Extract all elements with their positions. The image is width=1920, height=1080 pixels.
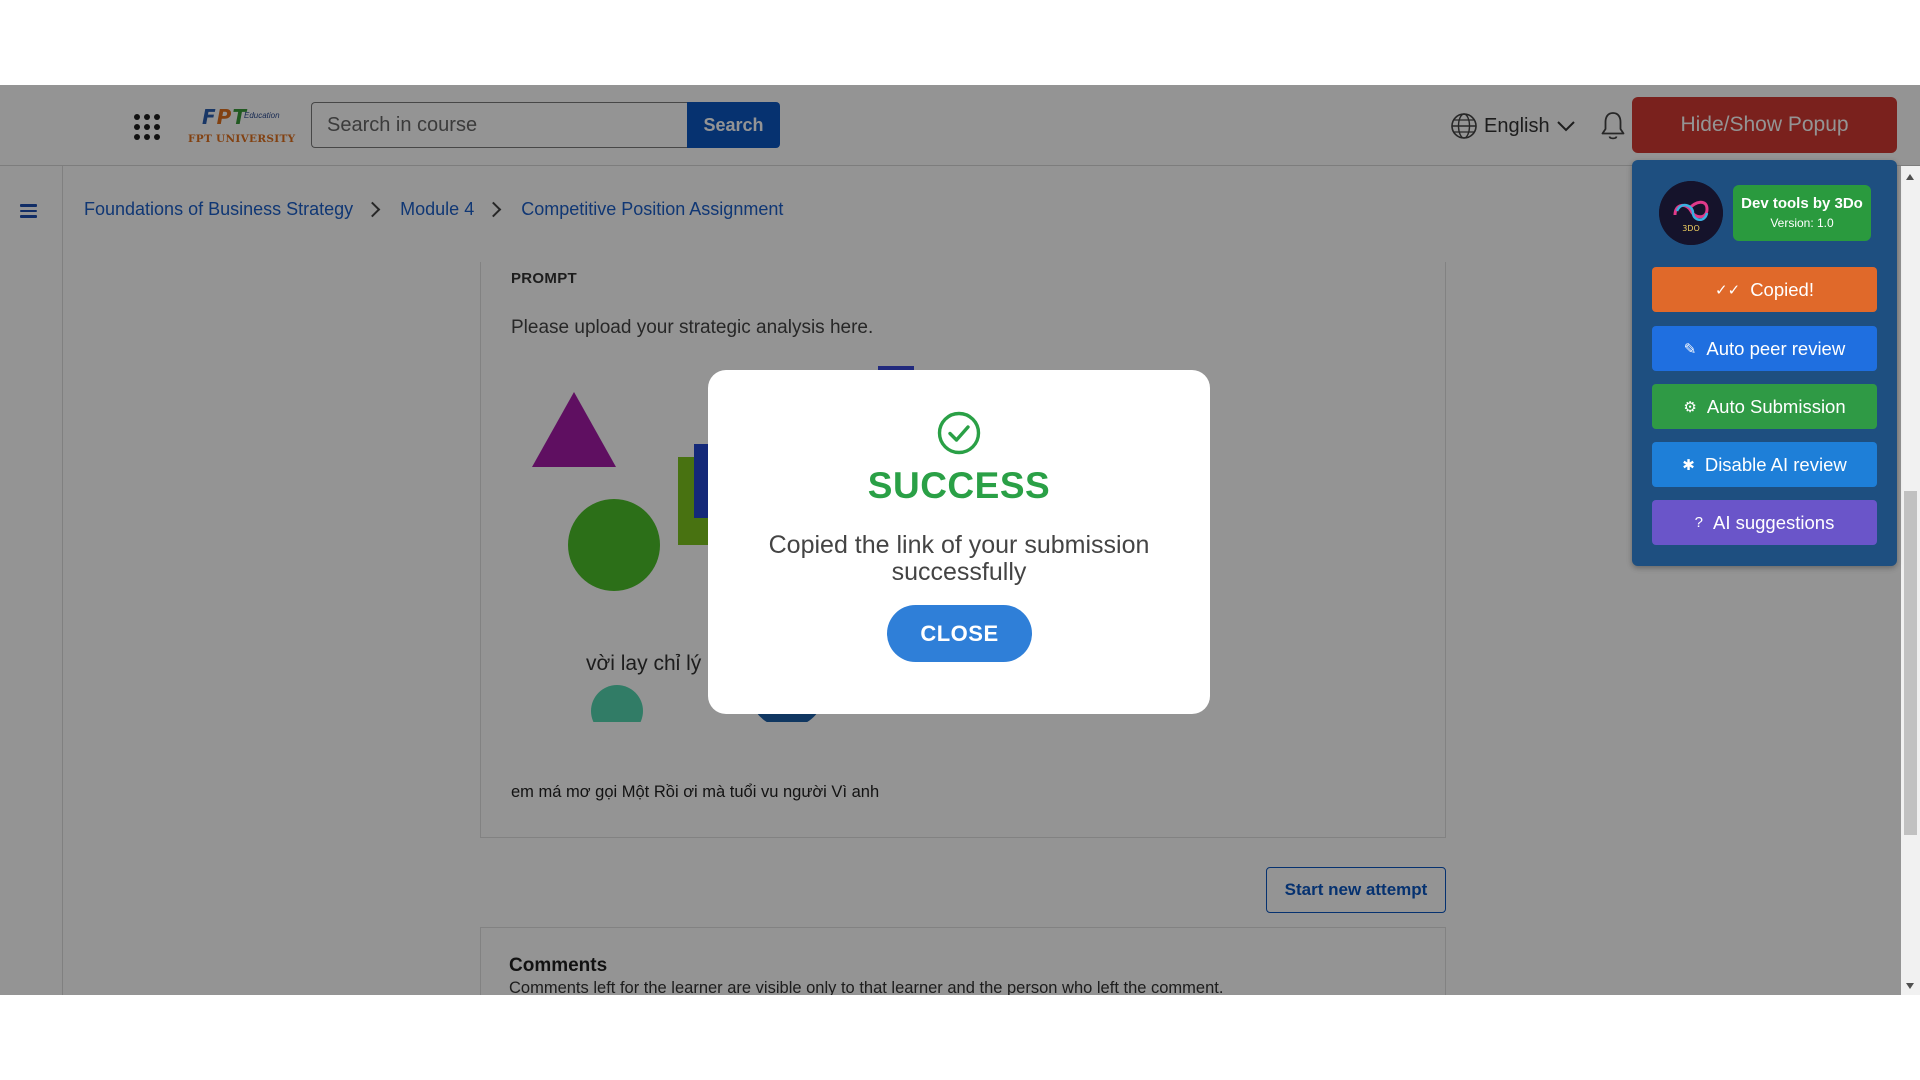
auto-submission-label: Auto Submission — [1706, 395, 1846, 417]
pencil-icon: ✎ — [1683, 340, 1697, 358]
dialog-title: SUCCESS — [867, 465, 1051, 506]
devtools-panel: 3DO Dev tools by 3Do Version: 1.0 ✓✓ Cop… — [1632, 160, 1897, 566]
close-button[interactable]: CLOSE — [887, 605, 1032, 662]
disable-ai-review-button[interactable]: ✱ Disable AI review — [1652, 442, 1877, 487]
dialog-message: Copied the link of your submission succe… — [768, 531, 1150, 586]
devtools-version: Version: 1.0 — [1770, 216, 1834, 230]
scroll-down-arrow-icon[interactable] — [1906, 983, 1914, 989]
devtools-title: Dev tools by 3Do — [1741, 195, 1863, 212]
disable-ai-review-label: Disable AI review — [1704, 453, 1847, 475]
double-check-icon: ✓✓ — [1715, 281, 1741, 299]
check-circle-icon — [937, 411, 981, 455]
ai-suggestions-button[interactable]: ? AI suggestions — [1652, 500, 1877, 545]
auto-peer-review-button[interactable]: ✎ Auto peer review — [1652, 326, 1877, 371]
browser-viewport: FPT Education FPT UNIVERSITY Search Engl… — [0, 85, 1920, 995]
devtools-title-badge: Dev tools by 3Do Version: 1.0 — [1733, 185, 1871, 241]
question-icon: ? — [1694, 514, 1703, 531]
copied-button-label: Copied! — [1750, 278, 1814, 300]
auto-peer-review-label: Auto peer review — [1706, 337, 1846, 359]
gear-icon: ⚙ — [1683, 398, 1697, 416]
copied-button[interactable]: ✓✓ Copied! — [1652, 267, 1877, 312]
auto-submission-button[interactable]: ⚙ Auto Submission — [1652, 384, 1877, 429]
success-dialog: SUCCESS Copied the link of your submissi… — [708, 370, 1210, 714]
devtools-logo-icon: 3DO — [1659, 181, 1723, 245]
ai-suggestions-label: AI suggestions — [1712, 511, 1835, 533]
svg-text:3DO: 3DO — [1682, 224, 1700, 233]
scrollbar-thumb[interactable] — [1904, 491, 1917, 835]
page-scrollbar[interactable] — [1901, 166, 1920, 995]
scroll-up-arrow-icon[interactable] — [1906, 174, 1914, 180]
bug-icon: ✱ — [1682, 456, 1695, 474]
